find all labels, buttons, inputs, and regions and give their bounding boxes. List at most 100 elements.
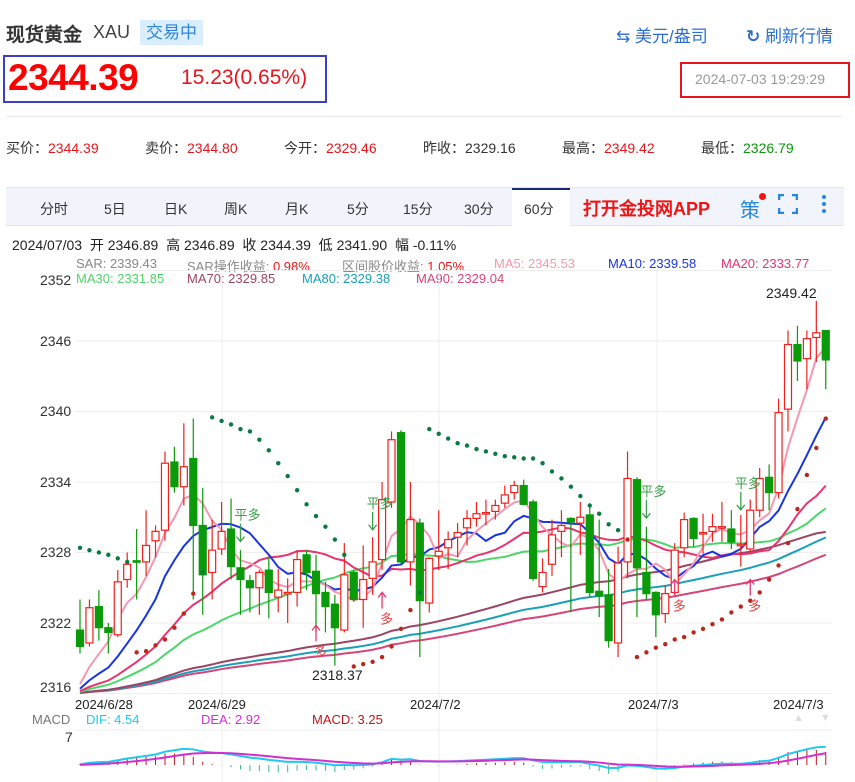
candle-up — [444, 538, 453, 549]
sar-dot — [493, 451, 498, 456]
long-signal-label: 多 — [380, 611, 393, 626]
candle-down — [566, 517, 575, 523]
y-tick: 2316 — [40, 679, 72, 695]
sar-dot — [691, 630, 696, 635]
sar-dot — [96, 550, 102, 555]
candle-up — [387, 439, 396, 503]
candle-down — [765, 476, 774, 494]
candle-up — [141, 544, 151, 563]
candle-down — [689, 517, 698, 539]
candle-up — [698, 531, 708, 535]
sar-dot — [77, 545, 83, 550]
candle-up — [359, 578, 368, 601]
sar-dot — [634, 654, 640, 660]
candle-up — [783, 343, 793, 410]
sar-dot — [521, 456, 526, 461]
sar-dot — [663, 641, 668, 647]
candle-up — [680, 518, 689, 549]
candle-down — [821, 329, 830, 361]
sar-dot — [653, 645, 659, 650]
sar-dot — [209, 415, 215, 420]
long-signal-label: 多 — [314, 644, 327, 659]
candle-up — [368, 561, 377, 579]
candle-down — [94, 605, 103, 629]
sar-dot — [200, 570, 205, 575]
candle-down — [793, 343, 802, 362]
candle-up — [491, 504, 500, 512]
candle-down — [727, 528, 736, 543]
y-tick: 2346 — [40, 333, 72, 349]
sar-dot — [228, 422, 234, 427]
arrow-up-icon — [311, 624, 321, 642]
candle-down — [198, 524, 207, 576]
arrow-down-icon — [641, 500, 651, 520]
sar-dot — [398, 626, 404, 632]
candle-down — [189, 457, 198, 527]
long-signal-label: 多 — [673, 599, 686, 614]
x-tick: 2024/7/3 — [628, 697, 679, 712]
sar-dot — [172, 625, 177, 630]
candle-up — [510, 484, 519, 494]
candle-up — [746, 509, 755, 550]
close-signal-label: 平多 — [640, 484, 666, 499]
ma30-line — [79, 507, 827, 693]
sar-dot — [804, 472, 810, 478]
candle-up — [160, 462, 170, 531]
sar-dot — [615, 527, 621, 533]
candle-up — [557, 524, 566, 532]
candle-up — [802, 338, 811, 360]
candle-up — [481, 511, 491, 515]
sar-dot — [597, 511, 602, 516]
macd-dea: DEA: 2.92 — [201, 712, 261, 727]
candle-up — [661, 593, 670, 615]
sar-dot — [766, 577, 772, 582]
candle-down — [236, 567, 245, 581]
candle-up — [208, 549, 217, 574]
sar-dot — [162, 637, 168, 642]
close-signal-label: 平多 — [234, 508, 260, 523]
sar-dot — [370, 659, 375, 664]
candle-up — [500, 494, 509, 504]
y-tick: 2340 — [40, 403, 72, 419]
sar-dot — [181, 611, 187, 616]
candle-down — [311, 570, 321, 595]
sar-dot — [257, 437, 262, 442]
candle-down — [349, 571, 358, 601]
candle-down — [75, 629, 85, 648]
sar-dot — [436, 431, 441, 437]
candle-up — [255, 571, 264, 589]
x-tick: 2024/6/29 — [188, 697, 246, 712]
candle-down — [604, 594, 613, 642]
candlestick-chart[interactable]: 平多多 平多多 平多多 平多多 — [0, 0, 855, 782]
scroll-down-icon[interactable]: ▼ — [820, 712, 831, 724]
candle-up — [717, 526, 727, 529]
candle-down — [415, 522, 424, 602]
sar-dot — [757, 590, 762, 595]
candle-down — [104, 627, 113, 634]
sar-dot — [729, 610, 734, 615]
y-tick: 2328 — [40, 544, 72, 560]
candle-up — [113, 581, 122, 636]
sar-dot — [795, 506, 800, 512]
sar-dot — [540, 461, 545, 466]
candle-up — [462, 517, 472, 529]
sar-dot — [719, 617, 725, 622]
candle-down — [529, 501, 538, 579]
sar-dot — [361, 661, 366, 667]
sar-dot — [125, 559, 130, 565]
x-tick: 2024/7/2 — [410, 697, 461, 712]
sar-dot — [672, 637, 677, 642]
sar-dot — [559, 476, 564, 481]
candle-up — [472, 513, 481, 520]
sar-dot — [313, 513, 319, 519]
high-price-label: 2349.42 — [766, 285, 817, 301]
sar-dot — [823, 416, 828, 421]
candle-up — [274, 589, 283, 598]
sar-dot — [455, 441, 460, 446]
candle-up — [340, 574, 349, 631]
scroll-up-icon[interactable]: ▲ — [793, 712, 804, 724]
candle-up — [179, 466, 188, 488]
sar-dot — [512, 455, 517, 460]
arrow-up-icon — [377, 591, 387, 609]
sar-dot — [814, 445, 819, 451]
